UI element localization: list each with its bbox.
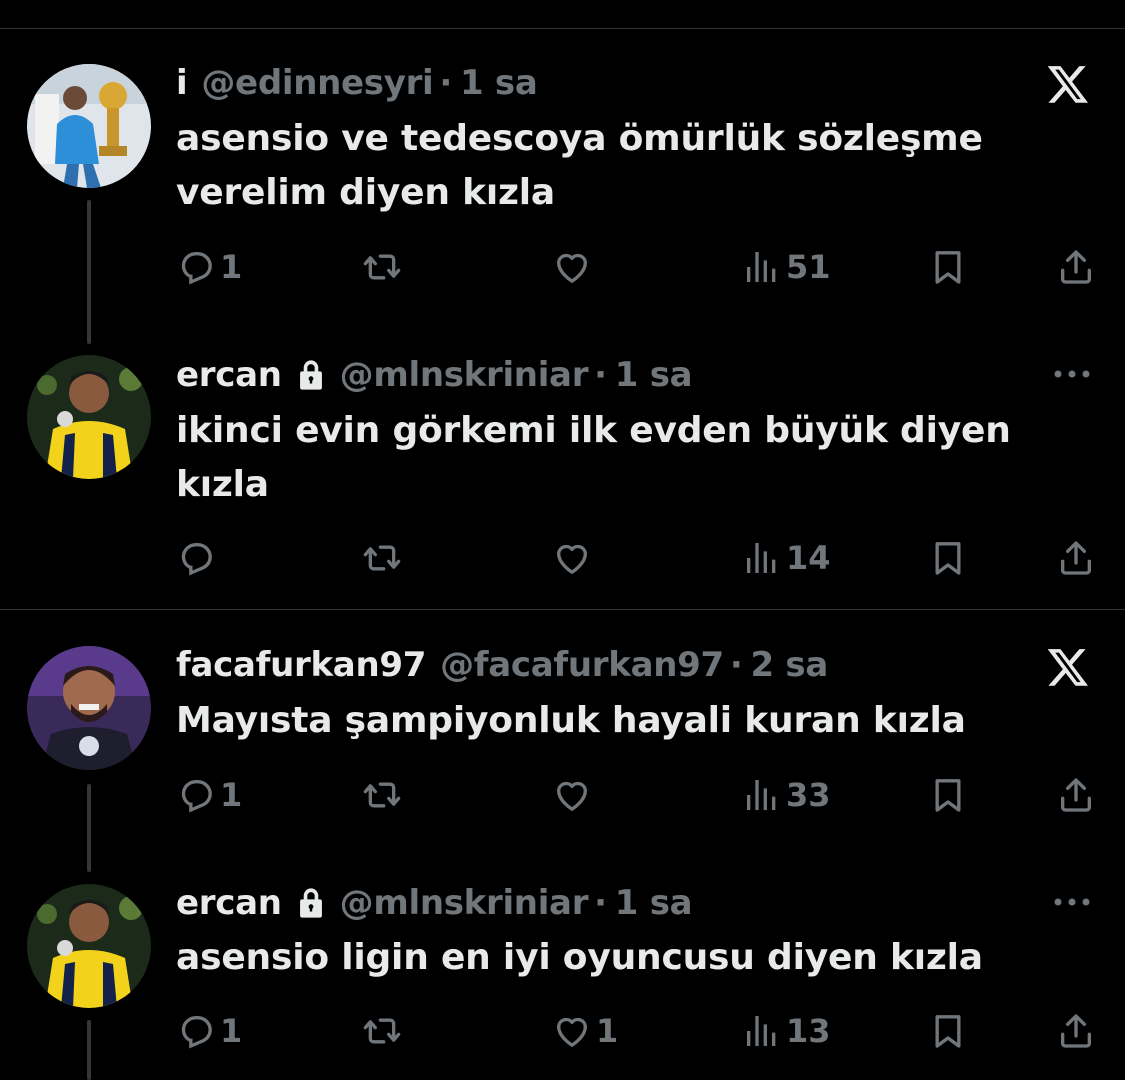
views-count: 33 (786, 776, 831, 814)
like-button[interactable] (552, 770, 596, 820)
share-icon (1061, 541, 1091, 575)
retweet-button[interactable] (362, 242, 402, 292)
action-bar: 1 51 (0, 242, 1125, 292)
views-button[interactable]: 51 (742, 242, 831, 292)
share-button[interactable] (1056, 533, 1096, 583)
share-button[interactable] (1056, 1006, 1096, 1056)
reply-icon (181, 780, 212, 813)
x-logo-icon (1045, 62, 1091, 110)
bookmark-icon (935, 251, 961, 284)
reply-button[interactable]: 1 (176, 770, 242, 820)
timestamp[interactable]: 2 sa (750, 645, 828, 685)
views-button[interactable]: 33 (742, 770, 831, 820)
views-icon (747, 252, 776, 282)
like-icon (557, 253, 587, 283)
retweet-icon (363, 1018, 401, 1044)
views-count: 13 (786, 1012, 831, 1050)
action-bar: 1 1 13 (0, 1006, 1125, 1056)
retweet-icon (363, 782, 401, 808)
views-icon (747, 543, 776, 573)
retweet-button[interactable] (362, 1006, 402, 1056)
tweet-header: ercan @mlnskriniar · 1 sa (176, 878, 693, 928)
like-icon (557, 544, 587, 574)
retweet-button[interactable] (362, 770, 402, 820)
timestamp[interactable]: 1 sa (460, 63, 538, 103)
action-bar: 14 (0, 533, 1125, 583)
like-icon (557, 781, 587, 811)
reply-count: 1 (220, 776, 243, 814)
separator-dot: · (594, 883, 607, 923)
views-icon (747, 780, 776, 810)
display-name[interactable]: i (176, 63, 188, 103)
views-icon (747, 1016, 776, 1046)
tweet-text: Mayısta şampiyonluk hayali kuran kızla (176, 700, 966, 741)
timestamp[interactable]: 1 sa (615, 355, 693, 395)
reply-button[interactable] (176, 533, 220, 583)
like-button[interactable]: 1 (552, 1006, 618, 1056)
separator-dot: · (594, 355, 607, 395)
like-count: 1 (596, 1012, 619, 1050)
timestamp[interactable]: 1 sa (615, 883, 693, 923)
reply-count: 1 (220, 248, 243, 286)
retweet-icon (363, 254, 401, 280)
like-button[interactable] (552, 242, 596, 292)
reply-count: 1 (220, 1012, 243, 1050)
like-icon (557, 1017, 587, 1047)
bookmark-button[interactable] (928, 1006, 968, 1056)
action-bar: 1 33 (0, 770, 1125, 820)
user-handle[interactable]: @mlnskriniar (340, 355, 589, 395)
display-name[interactable]: ercan (176, 355, 282, 395)
bookmark-button[interactable] (928, 770, 968, 820)
thread-divider (0, 609, 1125, 610)
retweet-icon (363, 545, 401, 571)
separator-dot: · (729, 645, 743, 685)
share-icon (1061, 778, 1091, 812)
bookmark-icon (935, 1015, 961, 1048)
display-name[interactable]: facafurkan97 (176, 645, 426, 685)
top-divider (0, 28, 1125, 29)
tweet-text: asensio ve tedescoya ömürlük sözleşme ve… (176, 118, 983, 213)
avatar[interactable] (27, 355, 151, 479)
tweet-header: ercan @mlnskriniar · 1 sa (176, 350, 693, 400)
tweet-text: asensio ligin en iyi oyuncusu diyen kızl… (176, 937, 983, 978)
reply-icon (181, 1016, 212, 1049)
more-icon[interactable] (1050, 890, 1094, 918)
reply-button[interactable]: 1 (176, 1006, 242, 1056)
reply-icon (181, 543, 212, 576)
reply-icon (181, 252, 212, 285)
avatar[interactable] (27, 884, 151, 1008)
display-name[interactable]: ercan (176, 883, 282, 923)
user-handle[interactable]: @edinnesyri (201, 63, 433, 103)
like-button[interactable] (552, 533, 596, 583)
more-icon[interactable] (1050, 362, 1094, 390)
lock-icon (299, 888, 322, 918)
share-icon (1061, 250, 1091, 284)
user-handle[interactable]: @facafurkan97 (440, 645, 724, 685)
separator-dot: · (439, 63, 453, 103)
share-button[interactable] (1056, 770, 1096, 820)
bookmark-button[interactable] (928, 242, 968, 292)
views-button[interactable]: 14 (742, 533, 831, 583)
retweet-button[interactable] (362, 533, 402, 583)
tweet-header: facafurkan97 @facafurkan97 · 2 sa (176, 640, 828, 690)
user-handle[interactable]: @mlnskriniar (340, 883, 589, 923)
tweet-header: i @edinnesyri · 1 sa (176, 58, 538, 108)
bookmark-icon (935, 542, 961, 575)
bookmark-icon (935, 779, 961, 812)
lock-icon (299, 360, 322, 390)
reply-button[interactable]: 1 (176, 242, 242, 292)
x-logo-icon (1045, 645, 1091, 693)
avatar[interactable] (27, 64, 151, 188)
bookmark-button[interactable] (928, 533, 968, 583)
views-count: 14 (786, 539, 831, 577)
views-button[interactable]: 13 (742, 1006, 831, 1056)
share-button[interactable] (1056, 242, 1096, 292)
share-icon (1061, 1014, 1091, 1048)
tweet-text: ikinci evin görkemi ilk evden büyük diye… (176, 410, 1011, 505)
views-count: 51 (786, 248, 831, 286)
avatar[interactable] (27, 646, 151, 770)
